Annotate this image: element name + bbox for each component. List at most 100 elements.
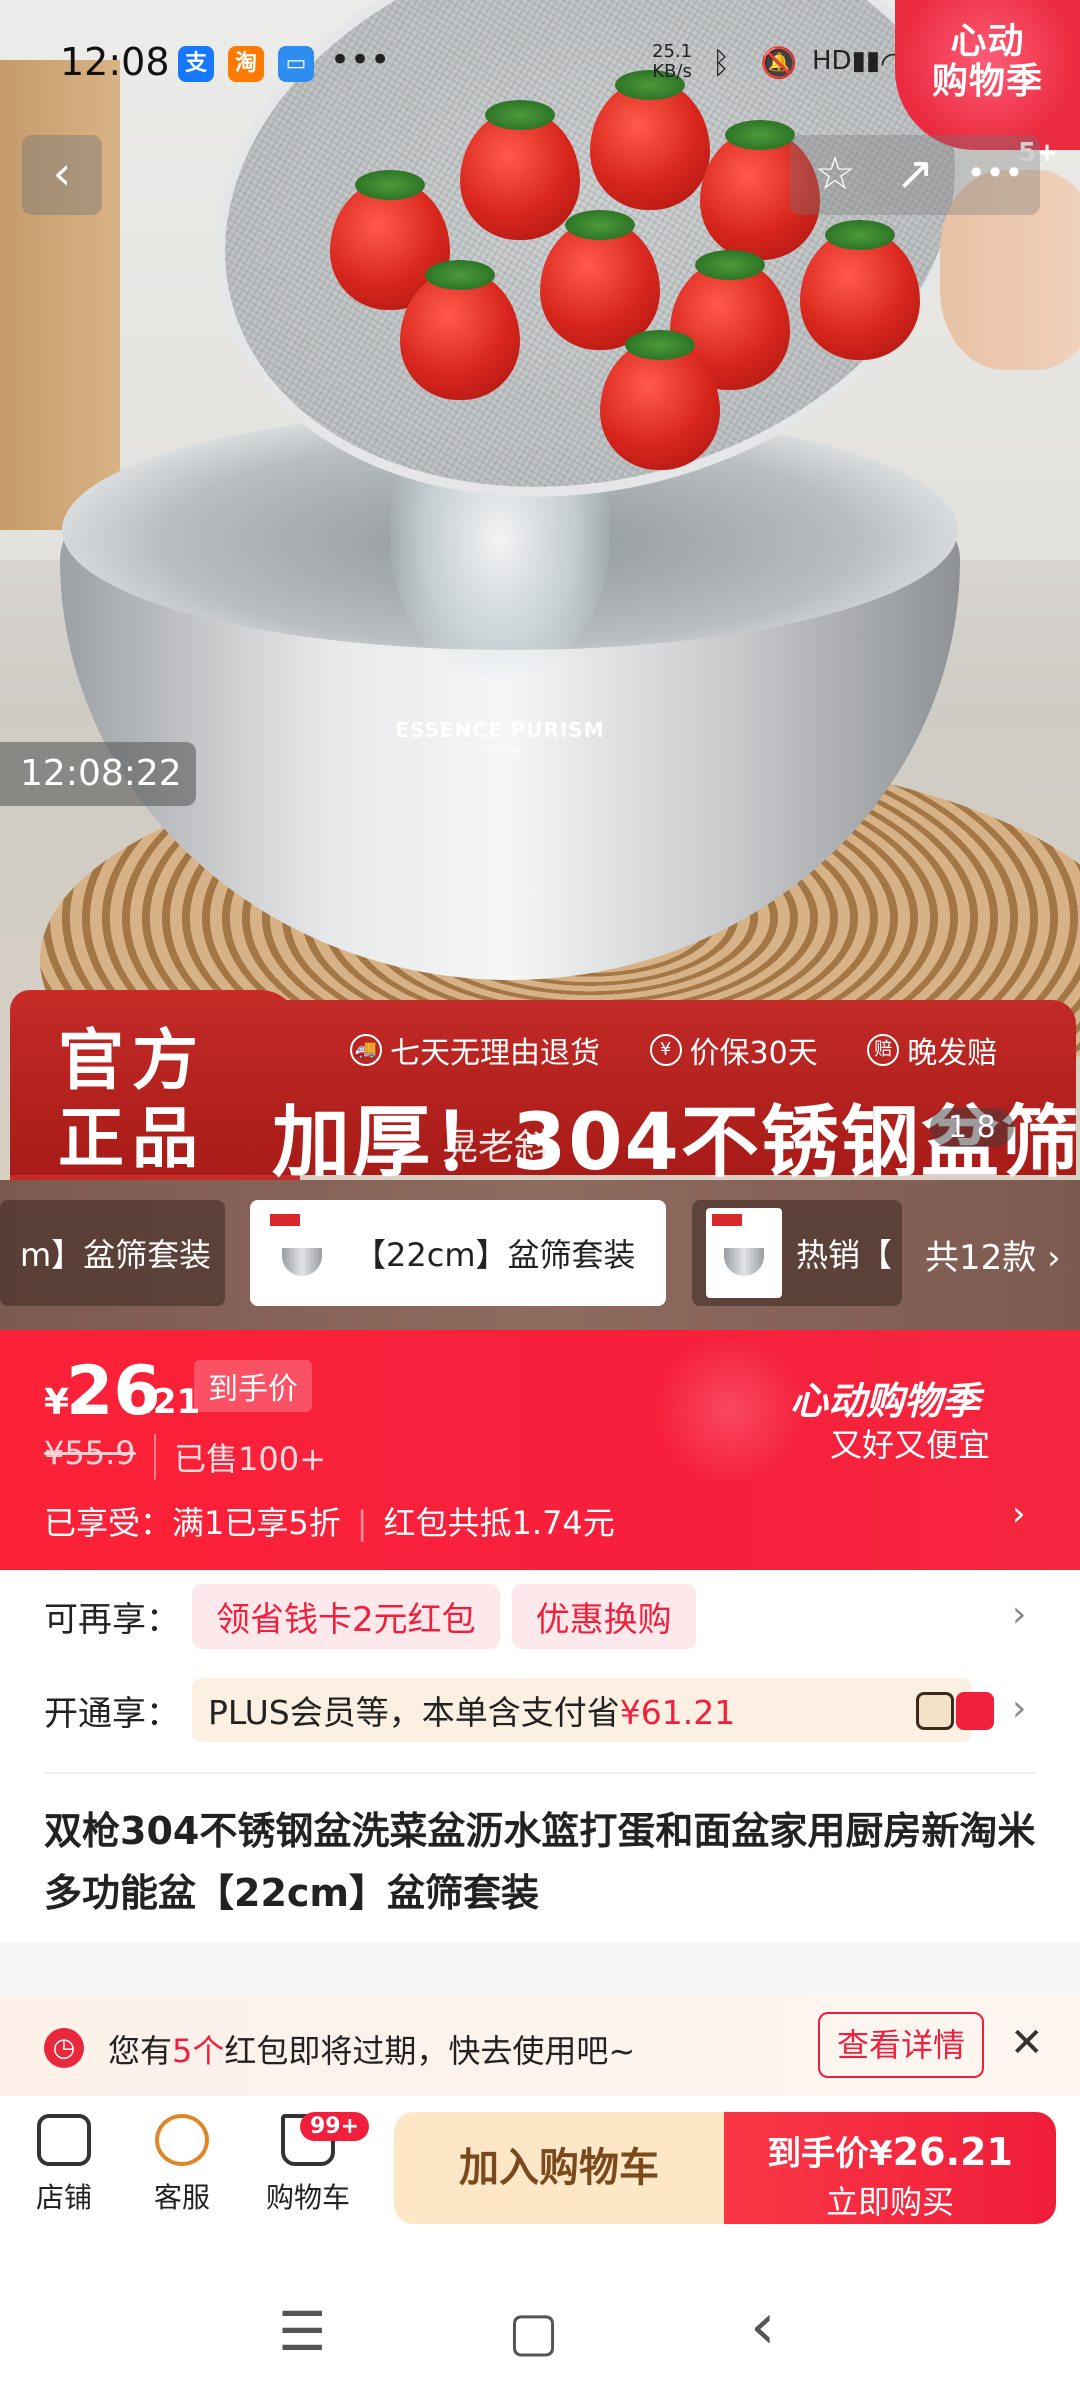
- mute-icon: 🔕: [760, 46, 798, 81]
- add-to-cart-button[interactable]: 加入购物车: [394, 2112, 724, 2224]
- plus-text: PLUS会员等，本单含支付省: [208, 1693, 620, 1732]
- perk-price-protect: ¥ 价保30天: [649, 1028, 818, 1072]
- perk-late-ship: 赔晚发赔: [867, 1028, 997, 1072]
- back-icon[interactable]: ‹: [750, 2290, 776, 2364]
- service-button[interactable]: 客服: [132, 2114, 232, 2216]
- buy-price-prefix: 到手价¥: [767, 2134, 893, 2174]
- strawberry: [460, 100, 580, 240]
- variant-chip[interactable]: m】盆筛套装: [0, 1200, 225, 1306]
- product-title: 双枪304不锈钢盆洗菜盆沥水篮打蛋和面盆家用厨房新淘米多功能盆【22cm】盆筛套…: [44, 1809, 1036, 1915]
- chevron-right-icon[interactable]: ›: [1012, 1594, 1026, 1635]
- plus-saving: ¥61.21: [619, 1693, 736, 1732]
- campaign-badge[interactable]: 心动 购物季: [895, 0, 1080, 150]
- extra-offers-label: 可再享：: [44, 1600, 180, 1640]
- more-icon[interactable]: •••: [960, 135, 1030, 215]
- separator: |: [356, 1504, 368, 1542]
- official-badge: 官方 正品: [58, 1022, 206, 1178]
- image-page-indicator: 1 8: [930, 1108, 1014, 1147]
- clock-icon: ◷: [44, 2028, 84, 2068]
- back-button[interactable]: ‹: [22, 135, 102, 215]
- price-section: ¥ 26 .21 到手价 ¥55.9 已售100+ 已享受：满1已享5折 | 红包共…: [0, 1330, 1080, 1570]
- share-icon[interactable]: ↗: [880, 135, 950, 215]
- buy-now-button[interactable]: 到手价¥26.21 立即购买: [724, 2112, 1056, 2224]
- campaign-badge-line-2: 购物季: [931, 61, 1043, 102]
- final-price-tag: 到手价: [194, 1360, 312, 1412]
- cutting-board: [0, 60, 120, 530]
- campaign-badge-line-1: 心动: [950, 21, 1025, 62]
- bowl-brand-print: ESSENCE PURISM SUNCHA: [380, 718, 620, 756]
- plus-membership-row[interactable]: 开通享： PLUS会员等，本单含支付省¥61.21: [44, 1678, 972, 1742]
- variant-label: m】盆筛套装: [20, 1236, 212, 1274]
- chevron-right-icon[interactable]: ›: [1012, 1688, 1026, 1729]
- brand-line-1: ESSENCE PURISM: [395, 718, 605, 742]
- favorite-icon[interactable]: ☆: [800, 135, 870, 215]
- view-details-button[interactable]: 查看详情: [818, 2012, 984, 2078]
- notice-count: 5个: [172, 2032, 225, 2070]
- taobao-icon: 淘: [228, 46, 264, 82]
- perk-label: 价保30天: [689, 1036, 818, 1071]
- status-time: 12:08: [60, 40, 170, 84]
- alipay-icon: 支: [178, 46, 214, 82]
- crown-icon: [916, 1692, 954, 1730]
- close-icon[interactable]: ✕: [1010, 2020, 1044, 2066]
- extra-offers-row[interactable]: 可再享： 领省钱卡2元红包 优惠换购: [44, 1584, 708, 1649]
- yen-shield-icon: ¥: [649, 1034, 682, 1066]
- plus-offer: PLUS会员等，本单含支付省¥61.21: [192, 1678, 972, 1742]
- heart-decoration: [650, 1340, 810, 1480]
- service-perks: 🚚 七天无理由退货 ¥ 价保30天 赔晚发赔: [350, 1028, 1037, 1072]
- official-line-2: 正品: [58, 1100, 206, 1177]
- buy-price-line: 到手价¥26.21: [724, 2126, 1056, 2175]
- perk-returns: 🚚 七天无理由退货: [350, 1028, 600, 1072]
- notice-text: 您有5个红包即将过期，快去使用吧~: [108, 2026, 635, 2072]
- coupon-card-tag[interactable]: 领省钱卡2元红包: [192, 1584, 500, 1649]
- price-decimal: .21: [140, 1382, 201, 1422]
- net-speed-value: 25.1: [652, 41, 693, 62]
- divider: [44, 1772, 1036, 1774]
- campaign-title: 心动购物季: [790, 1379, 981, 1423]
- home-icon[interactable]: ▢: [508, 2300, 559, 2363]
- customer-service-icon: [155, 2114, 209, 2166]
- timestamp-overlay: 12:08:22: [0, 742, 196, 806]
- perk-label: 七天无理由退货: [390, 1036, 600, 1071]
- net-speed: 25.1 KB/s: [652, 42, 692, 82]
- shop-label: 店铺: [35, 2181, 92, 2214]
- plus-label: 开通享：: [44, 1693, 180, 1734]
- variant-total-link[interactable]: 共12款 ›: [925, 1230, 1061, 1279]
- strawberry: [800, 220, 920, 360]
- variant-chip-selected[interactable]: 【22cm】盆筛套装: [250, 1200, 666, 1306]
- sold-count: 已售100+: [154, 1434, 326, 1480]
- cart-label: 购物车: [265, 2181, 350, 2214]
- menu-icon[interactable]: ☰: [278, 2300, 326, 2363]
- brand-line-2: SUNCHA: [477, 746, 523, 756]
- strawberry: [400, 260, 520, 400]
- variant-thumbnail: [706, 1208, 782, 1298]
- strawberry: [600, 330, 720, 470]
- member-badge-icon: [956, 1692, 994, 1730]
- net-speed-unit: KB/s: [652, 61, 692, 82]
- compensation-icon: 赔: [867, 1034, 900, 1066]
- signal-icon: HD▮▮: [812, 46, 881, 76]
- perk-label: 晚发赔: [907, 1036, 998, 1071]
- exchange-tag[interactable]: 优惠换购: [511, 1584, 696, 1649]
- notice-prefix: 您有: [108, 2032, 173, 2070]
- section-gap: [0, 1942, 1080, 1998]
- service-label: 客服: [153, 2181, 210, 2214]
- variant-thumbnail: [264, 1208, 340, 1298]
- official-line-1: 官方: [58, 1022, 206, 1099]
- bluetooth-icon: ᛒ: [712, 46, 730, 81]
- cart-count-badge: 99+: [300, 2112, 370, 2141]
- original-price: ¥55.9: [44, 1434, 136, 1472]
- shop-button[interactable]: 店铺: [14, 2114, 114, 2216]
- discount-applied: 已享受：满1已享5折: [44, 1504, 341, 1542]
- notice-suffix: 红包即将过期，快去使用吧~: [224, 2032, 636, 2070]
- status-bar: 12:08 支 淘 ▭ ••• 25.1 KB/s ᛒ 🔕 HD▮▮ ◠ 87 …: [0, 0, 1080, 168]
- discount-summary[interactable]: 已享受：满1已享5折 | 红包共抵1.74元: [44, 1498, 615, 1544]
- truck-icon: 🚚: [350, 1034, 382, 1066]
- strawberry: [540, 210, 660, 350]
- buy-price: 26.21: [892, 2130, 1013, 2174]
- variant-chip[interactable]: 热销【: [692, 1200, 902, 1306]
- chevron-right-icon[interactable]: ›: [1012, 1494, 1026, 1534]
- shop-icon: [37, 2114, 91, 2166]
- message-icon: ▭: [278, 46, 314, 82]
- red-packet-deduction: 红包共抵1.74元: [383, 1504, 615, 1542]
